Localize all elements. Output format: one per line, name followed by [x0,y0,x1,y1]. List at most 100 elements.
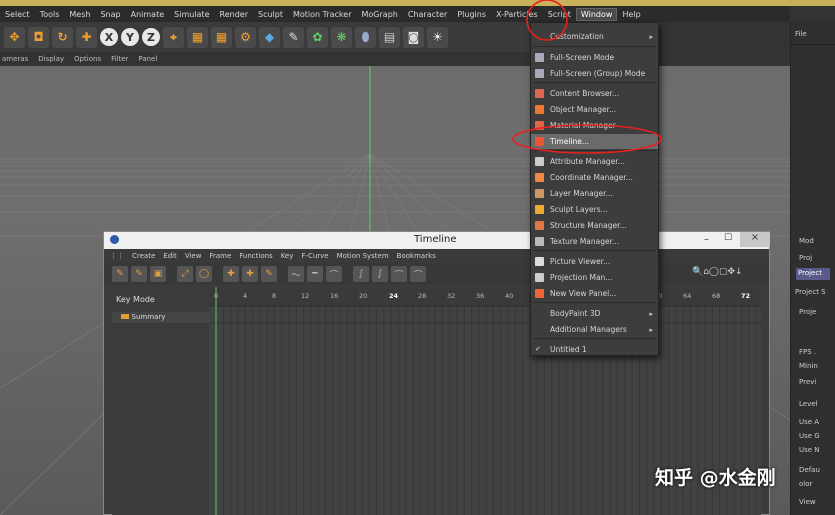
timeline-menu-frame[interactable]: Frame [209,252,231,260]
window-menu-item-new-view-panel[interactable]: New View Panel... [531,286,658,301]
linear-interp-icon[interactable]: 〜 [288,266,304,282]
subdivision-icon[interactable]: ✿ [307,26,328,48]
menu-character[interactable]: Character [403,10,453,19]
ruler-frame-label: 64 [683,292,692,300]
scale-tool-icon[interactable]: ◘ [28,26,49,48]
timeline-menu-key[interactable]: Key [281,252,294,260]
camera-icon[interactable]: ◙ [403,26,424,48]
menu-separator [533,250,656,251]
add-tool-icon[interactable]: ✚ [76,26,97,48]
rotate-tool-icon[interactable]: ↻ [52,26,73,48]
frame-selected-icon[interactable]: ◯ [196,266,212,282]
viewport-menu-filter[interactable]: Filter [111,55,128,63]
frame-all-icon[interactable]: ⤢ [177,266,193,282]
menu-snap[interactable]: Snap [95,10,125,19]
maximize-button[interactable]: ☐ [724,233,732,243]
structure-manager-icon [535,221,544,230]
menu-mograph[interactable]: MoGraph [357,10,403,19]
window-menu-item-object-manager[interactable]: Object Manager... [531,102,658,117]
timeline-menu-functions[interactable]: Functions [239,252,272,260]
add-key-icon[interactable]: ✚ [223,266,239,282]
window-menu-item-coordinate-manager[interactable]: Coordinate Manager... [531,170,658,185]
record-key-icon[interactable]: ✎ [261,266,277,282]
y-axis-icon[interactable]: Y [121,28,139,46]
key-mode-icon[interactable]: ✎ [112,266,128,282]
light-icon[interactable]: ☀ [427,26,448,48]
window-menu-item-texture-manager[interactable]: Texture Manager... [531,234,658,249]
menu-item-label: Full-Screen Mode [550,53,615,62]
delete-key-icon[interactable]: ✚ [242,266,258,282]
viewport-menu-options[interactable]: Options [74,55,101,63]
timeline-menu-f-curve[interactable]: F-Curve [301,252,328,260]
window-menu-item-projection-man[interactable]: Projection Man... [531,270,658,285]
motion-mode-icon[interactable]: ▣ [150,266,166,282]
window-menu-item-timeline[interactable]: Timeline... [531,134,658,149]
window-menu-item-picture-viewer[interactable]: Picture Viewer... [531,254,658,269]
menu-x-particles[interactable]: X-Particles [491,10,543,19]
window-menu-item-full-screen-mode[interactable]: Full-Screen Mode [531,50,658,65]
move-tool-icon[interactable]: ✥ [4,26,25,48]
minimize-button[interactable]: – [704,234,709,245]
menu-help[interactable]: Help [617,10,645,19]
window-menu-item-untitled-1[interactable]: ✔ Untitled 1 [531,342,658,357]
window-menu-item-additional-managers[interactable]: Additional Managers ▸ [531,322,658,337]
timeline-menu-create[interactable]: Create [132,252,155,260]
viewport-menu-ameras[interactable]: ameras [2,55,28,63]
window-menu-item-customization[interactable]: Customization ▸ [531,29,658,44]
spline-interp-icon[interactable]: ⌒ [326,266,342,282]
render-picture-icon[interactable]: ▦ [211,26,232,48]
ease-both-icon[interactable]: ⌒ [391,266,407,282]
menu-mesh[interactable]: Mesh [64,10,95,19]
summary-row[interactable]: Summary [112,312,209,323]
floor-icon[interactable]: ▤ [379,26,400,48]
step-interp-icon[interactable]: ━ [307,266,323,282]
mode-tab-label[interactable]: Mod [799,237,814,245]
menu-simulate[interactable]: Simulate [169,10,214,19]
ease-in-icon[interactable]: ∫ [353,266,369,282]
pen-icon[interactable]: ✎ [283,26,304,48]
coordinate-system-icon[interactable]: ⌖ [163,26,184,48]
window-menu-item-structure-manager[interactable]: Structure Manager... [531,218,658,233]
render-settings-icon[interactable]: ⚙ [235,26,256,48]
array-icon[interactable]: ❋ [331,26,352,48]
menu-motion-tracker[interactable]: Motion Tracker [288,10,357,19]
cube-icon[interactable]: ◆ [259,26,280,48]
project-setting-label: View [799,498,816,506]
texture-manager-icon [535,237,544,246]
timeline-menu-bookmarks[interactable]: Bookmarks [397,252,436,260]
menu-animate[interactable]: Animate [126,10,170,19]
menu-tools[interactable]: Tools [35,10,65,19]
window-menu-item-sculpt-layers[interactable]: Sculpt Layers... [531,202,658,217]
ruler-frame-label: 24 [389,292,399,300]
ease-out-icon[interactable]: ∫ [372,266,388,282]
window-menu-item-layer-manager[interactable]: Layer Manager... [531,186,658,201]
render-view-icon[interactable]: ▦ [187,26,208,48]
timeline-menu-edit[interactable]: Edit [163,252,177,260]
window-menu-item-attribute-manager[interactable]: Attribute Manager... [531,154,658,169]
z-axis-icon[interactable]: Z [142,28,160,46]
window-menu-item-material-manager[interactable]: Material Manager [531,118,658,133]
window-menu-item-bodypaint-3d[interactable]: BodyPaint 3D ▸ [531,306,658,321]
menu-sculpt[interactable]: Sculpt [253,10,288,19]
timeline-nav-icons[interactable]: 🔍⌂◯▢✥↓ [692,267,743,277]
menu-select[interactable]: Select [0,10,35,19]
viewport-menu-panel[interactable]: Panel [138,55,157,63]
menu-script[interactable]: Script [543,10,576,19]
file-menu-label[interactable]: File [795,30,807,38]
timeline-titlebar[interactable]: Timeline – ☐ × [104,232,770,249]
x-axis-icon[interactable]: X [100,28,118,46]
viewport-menu-display[interactable]: Display [38,55,64,63]
fcurve-mode-icon[interactable]: ✎ [131,266,147,282]
project-tab[interactable]: Project [796,268,830,280]
menu-plugins[interactable]: Plugins [452,10,491,19]
ease-curve-icon[interactable]: ⌒ [410,266,426,282]
deformer-icon[interactable]: ⬮ [355,26,376,48]
picture-viewer-icon [535,257,544,266]
menu-render[interactable]: Render [215,10,253,19]
timeline-menu-motion-system[interactable]: Motion System [337,252,389,260]
menu-window[interactable]: Window [575,7,618,21]
window-menu-item-full-screen-group-mode[interactable]: Full-Screen (Group) Mode [531,66,658,81]
window-menu-item-content-browser[interactable]: Content Browser... [531,86,658,101]
close-button[interactable]: × [740,232,770,247]
timeline-menu-view[interactable]: View [185,252,202,260]
